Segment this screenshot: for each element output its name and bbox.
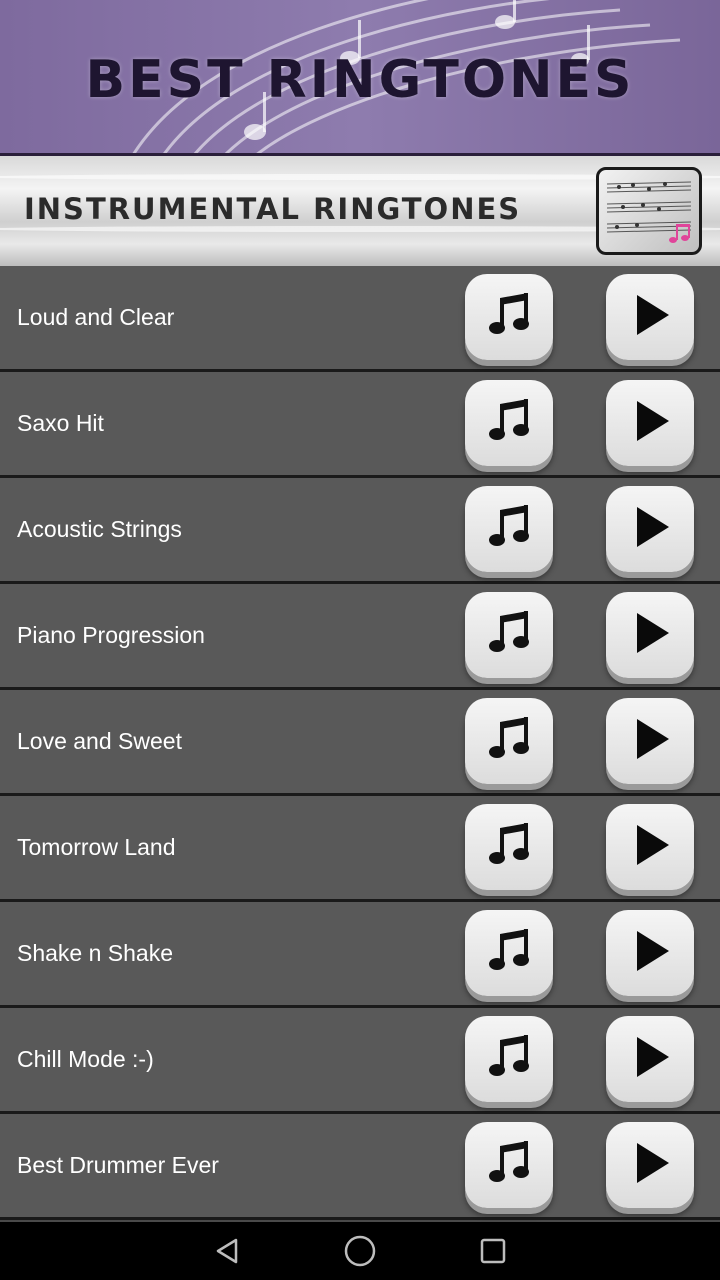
set-ringtone-button[interactable] xyxy=(465,698,553,784)
play-icon xyxy=(625,502,675,557)
ringtone-row[interactable]: Piano Progression xyxy=(0,584,720,690)
play-button[interactable] xyxy=(606,274,694,360)
play-icon xyxy=(625,396,675,451)
play-button[interactable] xyxy=(606,380,694,466)
ringtone-row[interactable]: Best Drummer Ever xyxy=(0,1114,720,1220)
ringtone-name: Loud and Clear xyxy=(17,304,175,330)
set-ringtone-button[interactable] xyxy=(465,1016,553,1102)
play-button[interactable] xyxy=(606,1122,694,1208)
ringtone-row[interactable]: Loud and Clear xyxy=(0,266,720,372)
play-icon xyxy=(625,1032,675,1087)
ringtone-name: Love and Sweet xyxy=(17,728,182,754)
music-note-icon xyxy=(484,714,534,769)
sheet-music-icon xyxy=(596,167,702,255)
play-icon xyxy=(625,290,675,345)
music-note-icon xyxy=(484,290,534,345)
music-note-icon xyxy=(484,608,534,663)
ringtone-row[interactable]: Chill Mode :-) xyxy=(0,1008,720,1114)
play-button[interactable] xyxy=(606,910,694,996)
play-button[interactable] xyxy=(606,804,694,890)
system-nav-bar xyxy=(0,1222,720,1280)
ringtone-list: Loud and Clear Saxo Hit Acoustic Strings Pi… xyxy=(0,266,720,1220)
ringtone-row[interactable]: Tomorrow Land xyxy=(0,796,720,902)
category-title: INSTRUMENTAL RINGTONES xyxy=(24,192,522,226)
app-header: BEST RINGTONES xyxy=(0,0,720,156)
ringtone-name: Saxo Hit xyxy=(17,410,104,436)
music-note-icon xyxy=(484,396,534,451)
back-triangle-icon[interactable] xyxy=(210,1234,244,1268)
app-title: BEST RINGTONES xyxy=(85,50,635,110)
music-note-icon xyxy=(484,1032,534,1087)
ringtone-row[interactable]: Shake n Shake xyxy=(0,902,720,1008)
category-banner: INSTRUMENTAL RINGTONES xyxy=(0,156,720,266)
ringtone-name: Best Drummer Ever xyxy=(17,1152,219,1178)
play-button[interactable] xyxy=(606,486,694,572)
ringtone-name: Chill Mode :-) xyxy=(17,1046,154,1072)
set-ringtone-button[interactable] xyxy=(465,274,553,360)
set-ringtone-button[interactable] xyxy=(465,1122,553,1208)
recents-square-icon[interactable] xyxy=(476,1234,510,1268)
play-icon xyxy=(625,1138,675,1193)
set-ringtone-button[interactable] xyxy=(465,380,553,466)
set-ringtone-button[interactable] xyxy=(465,910,553,996)
ringtone-row[interactable]: Acoustic Strings xyxy=(0,478,720,584)
ringtone-name: Shake n Shake xyxy=(17,940,174,966)
play-button[interactable] xyxy=(606,698,694,784)
play-icon xyxy=(625,820,675,875)
music-note-icon xyxy=(484,820,534,875)
ringtone-row[interactable]: Love and Sweet xyxy=(0,690,720,796)
ringtone-name: Piano Progression xyxy=(17,622,205,648)
play-button[interactable] xyxy=(606,1016,694,1102)
set-ringtone-button[interactable] xyxy=(465,592,553,678)
ringtone-row[interactable]: Saxo Hit xyxy=(0,372,720,478)
music-note-icon xyxy=(484,926,534,981)
music-note-icon xyxy=(484,1138,534,1193)
music-note-icon xyxy=(484,502,534,557)
play-icon xyxy=(625,714,675,769)
play-button[interactable] xyxy=(606,592,694,678)
set-ringtone-button[interactable] xyxy=(465,804,553,890)
play-icon xyxy=(625,926,675,981)
set-ringtone-button[interactable] xyxy=(465,486,553,572)
ringtone-name: Acoustic Strings xyxy=(17,516,182,542)
home-circle-icon[interactable] xyxy=(343,1234,377,1268)
ringtone-name: Tomorrow Land xyxy=(17,834,176,860)
play-icon xyxy=(625,608,675,663)
